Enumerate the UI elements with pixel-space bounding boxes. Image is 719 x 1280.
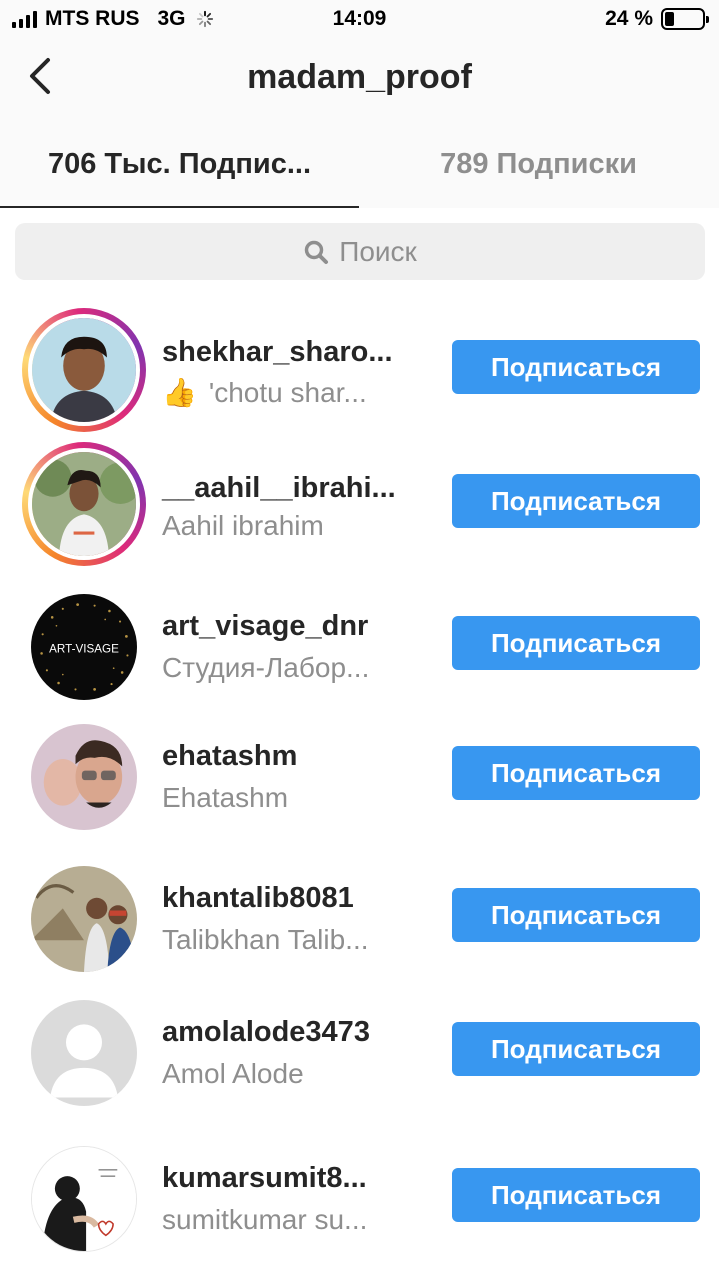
avatar[interactable]	[31, 866, 137, 972]
full-name: sumitkumar su...	[162, 1204, 368, 1235]
default-avatar-icon	[31, 1000, 137, 1106]
nav-bar: madam_proof	[0, 40, 719, 120]
list-item: shekhar_sharo... 👍 'chotu shar... Подписа…	[0, 306, 719, 436]
list-item: ehatashm Ehatashm Подписаться	[0, 710, 719, 840]
full-name: 👍 'chotu shar...	[162, 376, 367, 409]
status-bar: MTS RUS 3G 14:09 24 %	[0, 0, 719, 40]
list-item: kumarsumit8... sumitkumar su... Подписат…	[0, 1132, 719, 1262]
full-name: Студия-Лабор...	[162, 652, 370, 683]
avatar[interactable]	[31, 1146, 137, 1252]
active-tab-indicator	[0, 206, 359, 208]
username[interactable]: amolalode3473	[162, 1016, 370, 1049]
avatar[interactable]	[22, 308, 146, 432]
full-name: Talibkhan Talib...	[162, 924, 369, 955]
username[interactable]: kumarsumit8...	[162, 1162, 367, 1195]
full-name: Aahil ibrahim	[162, 510, 324, 541]
list-item: __aahil__ibrahi... Aahil ibrahim Подписа…	[0, 442, 719, 572]
full-name: Ehatashm	[162, 782, 289, 813]
username[interactable]: art_visage_dnr	[162, 610, 368, 643]
battery-percent: 24 %	[605, 7, 653, 30]
follow-button[interactable]: Подписаться	[452, 888, 700, 942]
page-title: madam_proof	[247, 58, 472, 96]
avatar-image	[28, 448, 140, 560]
full-name-text: 'chotu shar...	[208, 377, 367, 408]
follow-button[interactable]: Подписаться	[452, 746, 700, 800]
avatar-photo-icon	[32, 452, 136, 556]
avatar-photo-icon	[31, 866, 137, 972]
list-item: khantalib8081 Talibkhan Talib... Подписа…	[0, 852, 719, 982]
tab-bar: 706 Тыс. Подпис... 789 Подписки	[0, 120, 719, 208]
follow-button[interactable]: Подписаться	[452, 1168, 700, 1222]
avatar-photo-icon	[32, 318, 136, 422]
avatar[interactable]	[22, 442, 146, 566]
avatar[interactable]	[31, 1000, 137, 1106]
list-item: ART-VISAGE art_visage_dnr Студия-Лабор..…	[0, 578, 719, 708]
username[interactable]: shekhar_sharo...	[162, 336, 393, 369]
avatar[interactable]: ART-VISAGE	[31, 594, 137, 700]
avatar-image	[28, 314, 140, 426]
username[interactable]: khantalib8081	[162, 882, 354, 915]
follow-button[interactable]: Подписаться	[452, 616, 700, 670]
username[interactable]: ehatashm	[162, 740, 297, 773]
list-item: amolalode3473 Amol Alode Подписаться	[0, 986, 719, 1116]
follow-button[interactable]: Подписаться	[452, 474, 700, 528]
avatar-logo-text: ART-VISAGE	[49, 642, 119, 655]
art-visage-logo: ART-VISAGE	[31, 594, 137, 700]
follow-button[interactable]: Подписаться	[452, 1022, 700, 1076]
avatar-photo-icon	[31, 724, 137, 830]
battery-fill	[665, 12, 674, 26]
tab-followers[interactable]: 706 Тыс. Подпис...	[0, 120, 359, 208]
follow-button[interactable]: Подписаться	[452, 340, 700, 394]
thumbs-up-icon: 👍	[162, 377, 197, 408]
full-name: Amol Alode	[162, 1058, 304, 1089]
battery-icon	[661, 8, 709, 30]
avatar-illustration-icon	[32, 1147, 136, 1251]
search-icon	[304, 240, 329, 264]
tab-following[interactable]: 789 Подписки	[359, 120, 718, 208]
avatar[interactable]	[31, 724, 137, 830]
username[interactable]: __aahil__ibrahi...	[162, 472, 396, 505]
status-right: 24 %	[605, 7, 709, 31]
search-placeholder: Поиск	[339, 235, 417, 267]
search-input[interactable]: Поиск	[15, 223, 705, 280]
